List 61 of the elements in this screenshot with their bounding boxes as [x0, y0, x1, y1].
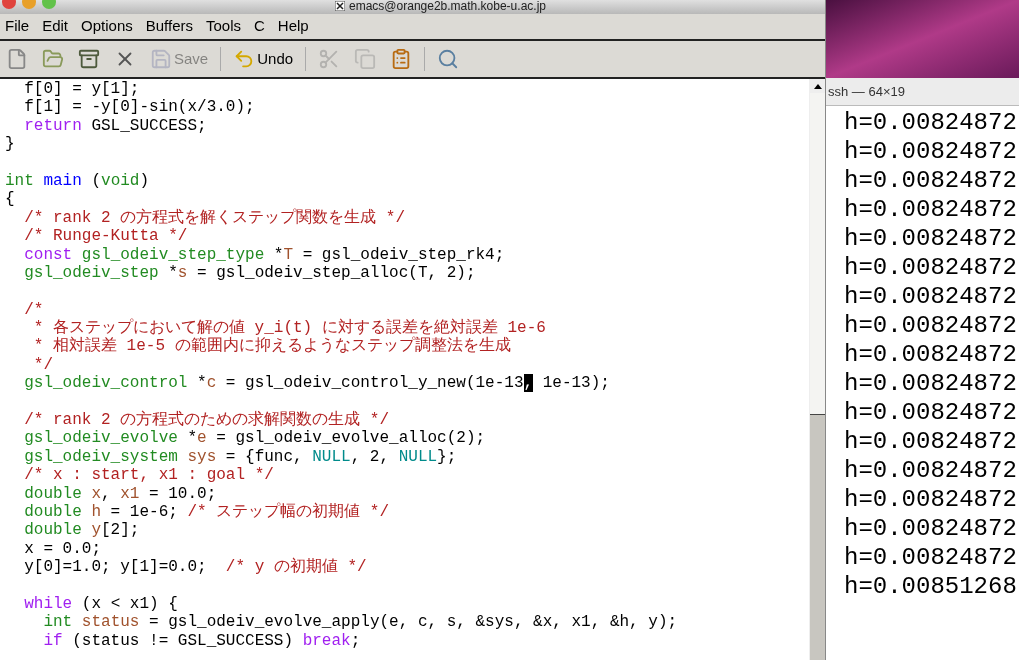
code-line: }	[5, 135, 15, 154]
code-line: gsl_odeiv_system sys = {func, NULL, 2, NULL};	[23, 447, 457, 467]
code-line: double y[2];	[23, 521, 140, 540]
terminal-line: h=0.00824872	[844, 340, 1017, 369]
search-icon	[437, 48, 460, 70]
terminal-line: h=0.00824872	[844, 369, 1017, 398]
new-file-icon	[6, 48, 28, 70]
code-line: if (status != GSL_SUCCESS) break;	[42, 631, 361, 651]
code-line: f[1] = -y[0]-sin(x/3.0);	[23, 98, 255, 117]
code-line: * 相対誤差 1e-5 の範囲内に抑えるようなステップ調整法を生成	[32, 337, 511, 356]
code-line: double h = 1e-6; /* ステップ幅の初期値 */	[23, 503, 390, 522]
menu-item[interactable]: Tools	[206, 15, 241, 38]
code-line: x = 0.0;	[23, 539, 101, 559]
x-logo-icon	[335, 1, 345, 11]
terminal-line: h=0.00824872	[844, 456, 1017, 485]
code-line: gsl_odeiv_control *c = gsl_odeiv_control_y_new(1e-13, 1e-13);	[23, 374, 610, 393]
terminal-line: h=0.00824872	[844, 108, 1017, 137]
code-line: y[0]=1.0; y[1]=0.0; /* y の初期値 */	[23, 558, 367, 577]
folder-icon	[42, 48, 64, 70]
menu-item[interactable]: Buffers	[145, 15, 193, 38]
window-title: emacs@orange2b.math.kobe-u.ac.jp	[349, 0, 546, 12]
terminal-line: h=0.00824872	[844, 166, 1017, 195]
code-line: */	[32, 355, 53, 375]
code-line: gsl_odeiv_evolve *e = gsl_odeiv_evolve_alloc(2);	[23, 429, 486, 448]
terminal-line: h=0.00824872	[844, 195, 1017, 224]
scrollbar[interactable]	[809, 79, 825, 660]
terminal-line: h=0.00824872	[844, 427, 1017, 456]
code-line: return GSL_SUCCESS;	[23, 116, 207, 136]
code-line: /* x : start, x1 : goal */	[23, 466, 274, 485]
code-line: gsl_odeiv_step *s = gsl_odeiv_step_alloc(T, 2);	[23, 263, 476, 283]
menu-item[interactable]: Edit	[42, 15, 69, 38]
code-line: double x, x1 = 10.0;	[23, 484, 217, 503]
code-line: int status = gsl_odeiv_evolve_apply(e, c, s, &sys, &x, x1, &h, y);	[42, 613, 678, 632]
copy-icon	[354, 48, 377, 70]
scroll-thumb[interactable]	[810, 93, 825, 415]
terminal-line: h=0.00824872	[844, 543, 1017, 572]
terminal-line: h=0.00824872	[844, 253, 1017, 282]
terminal-line: h=0.00824872	[844, 224, 1017, 253]
terminal-line: h=0.00824872	[844, 311, 1017, 340]
terminal-line: h=0.00824872	[844, 398, 1017, 427]
menu-item[interactable]: Options	[81, 15, 133, 38]
code-line: /* Runge-Kutta */	[23, 227, 188, 246]
terminal-line: h=0.00824872	[844, 485, 1017, 514]
code-line: f[0] = y[1];	[23, 80, 140, 99]
terminal-line: h=0.00824872	[844, 282, 1017, 311]
terminal-line: h=0.00851268	[844, 572, 1017, 601]
terminal-line: h=0.00824872	[844, 137, 1017, 166]
code-line: while (x < x1) {	[23, 594, 178, 614]
code-line: const gsl_odeiv_step_type *T = gsl_odeiv_step_rk4;	[23, 245, 505, 264]
code-line: /* rank 2 の方程式のための求解関数の生成 */	[23, 411, 390, 430]
terminal-title: ssh — 64×19	[827, 82, 905, 101]
code-line: int main (void)	[5, 171, 150, 191]
code-line: {	[5, 190, 15, 209]
menu-item[interactable]: File	[5, 15, 30, 38]
toolbar-button[interactable]: Undo	[231, 45, 296, 73]
menu-item[interactable]: Help	[277, 15, 309, 38]
cabinet-icon	[78, 48, 100, 70]
menu-item[interactable]: C	[254, 15, 265, 38]
code-line: /* rank 2 の方程式を解くステップ関数を生成 */	[23, 208, 406, 228]
code-line: /*	[23, 300, 44, 320]
terminal-line: h=0.00824872	[844, 514, 1017, 543]
